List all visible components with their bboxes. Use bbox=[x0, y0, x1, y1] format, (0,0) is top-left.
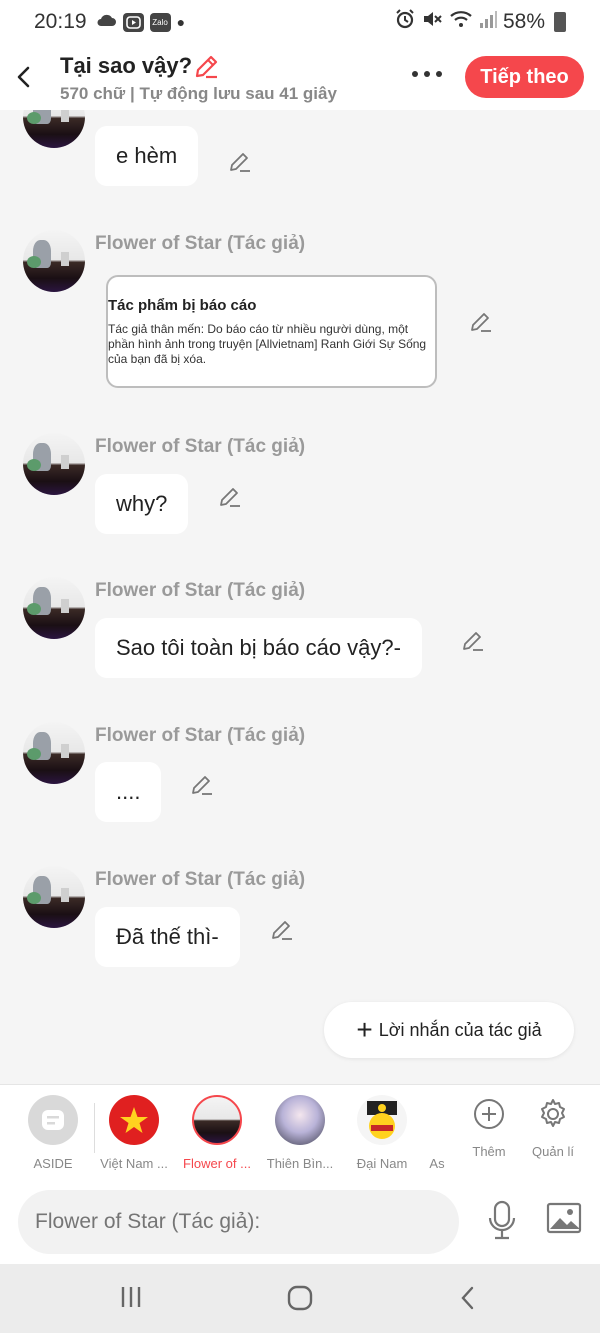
notification-dot-icon: ● bbox=[176, 14, 186, 30]
sender-name: Flower of Star (Tác giả) bbox=[95, 869, 306, 890]
sender-name: Flower of Star (Tác giả) bbox=[95, 436, 306, 457]
author-note-label: Lời nhắn của tác giả bbox=[378, 1019, 542, 1040]
avatar[interactable] bbox=[23, 577, 85, 639]
character-avatar bbox=[109, 1095, 159, 1145]
input-bar bbox=[0, 1180, 600, 1264]
recent-apps-button[interactable] bbox=[118, 1284, 144, 1315]
card-title: Tác phẩm bị báo cáo bbox=[108, 297, 257, 314]
image-button[interactable] bbox=[546, 1202, 582, 1239]
edit-message-icon[interactable] bbox=[218, 485, 242, 509]
pencil-icon bbox=[195, 55, 218, 79]
back-button[interactable] bbox=[12, 62, 36, 92]
character-aside[interactable]: ASIDE bbox=[14, 1095, 92, 1171]
status-bar: 20:19 Zalo ● 58% bbox=[0, 0, 600, 44]
alarm-icon bbox=[395, 9, 415, 35]
edit-message-icon[interactable] bbox=[190, 773, 214, 797]
mute-icon bbox=[421, 9, 443, 35]
edit-message-icon[interactable] bbox=[270, 918, 294, 942]
play-app-icon bbox=[122, 12, 144, 32]
message-bubble[interactable]: Đã thế thì- bbox=[95, 907, 240, 967]
cloud-icon bbox=[95, 10, 117, 34]
manage-button[interactable]: Quản lí bbox=[518, 1097, 588, 1159]
microphone-button[interactable] bbox=[487, 1200, 517, 1245]
home-button[interactable] bbox=[286, 1284, 314, 1317]
sender-name: Flower of Star (Tác giả) bbox=[95, 233, 306, 254]
message-bubble[interactable]: e hèm bbox=[95, 126, 199, 186]
aside-icon bbox=[28, 1095, 78, 1145]
avatar[interactable] bbox=[23, 433, 85, 495]
add-character-button[interactable]: Thêm bbox=[454, 1097, 524, 1159]
character-vietnam[interactable]: Việt Nam ... bbox=[95, 1095, 173, 1171]
avatar[interactable] bbox=[23, 230, 85, 292]
system-nav-bar bbox=[0, 1264, 600, 1333]
more-dots-icon bbox=[412, 71, 442, 77]
character-flower-of-star[interactable]: Flower of ... bbox=[178, 1095, 256, 1171]
signal-icon bbox=[479, 9, 497, 35]
character-label: ASIDE bbox=[33, 1156, 73, 1171]
next-button[interactable]: Tiếp theo bbox=[465, 56, 584, 98]
chevron-left-icon bbox=[17, 66, 30, 88]
add-circle-icon bbox=[474, 1099, 504, 1129]
edit-message-icon[interactable] bbox=[461, 629, 485, 653]
avatar[interactable] bbox=[23, 722, 85, 784]
gear-icon bbox=[541, 1099, 565, 1127]
microphone-icon bbox=[488, 1200, 516, 1240]
character-label: Flower of ... bbox=[183, 1156, 251, 1171]
recent-apps-icon bbox=[121, 1287, 141, 1307]
system-back-icon bbox=[461, 1286, 474, 1310]
edit-message-icon[interactable] bbox=[228, 150, 252, 174]
message-bubble[interactable]: why? bbox=[95, 474, 189, 534]
author-note-button[interactable]: + Lời nhắn của tác giả bbox=[324, 1002, 574, 1058]
character-bar: ASIDE Việt Nam ... Flower of ... Thiên B… bbox=[0, 1084, 600, 1180]
edit-title-button[interactable] bbox=[193, 54, 219, 85]
system-back-button[interactable] bbox=[456, 1284, 480, 1317]
character-thien-binh[interactable]: Thiên Bìn... bbox=[261, 1095, 339, 1171]
header: Tại sao vậy? 570 chữ | Tự động lưu sau 4… bbox=[0, 44, 600, 110]
avatar[interactable] bbox=[23, 866, 85, 928]
character-label: Việt Nam ... bbox=[100, 1156, 168, 1171]
page-title: Tại sao vậy? bbox=[60, 53, 193, 78]
report-card[interactable]: Tác phẩm bị báo cáo Tác giả thân mến: Do… bbox=[106, 275, 437, 388]
chat-area[interactable]: e hèm Flower of Star (Tác giả) Tác phẩm … bbox=[0, 110, 600, 1084]
character-label: Thiên Bìn... bbox=[266, 1156, 334, 1171]
wifi-icon bbox=[449, 9, 473, 35]
sender-name: Flower of Star (Tác giả) bbox=[95, 725, 306, 746]
character-avatar bbox=[192, 1095, 242, 1145]
image-icon bbox=[546, 1202, 582, 1234]
tool-label: Thêm bbox=[472, 1144, 506, 1159]
message-bubble[interactable]: Sao tôi toàn bị báo cáo vậy?- bbox=[95, 618, 422, 678]
plus-icon: + bbox=[356, 1014, 373, 1045]
avatar[interactable] bbox=[23, 110, 85, 148]
zalo-icon: Zalo bbox=[149, 12, 171, 32]
status-time: 20:19 bbox=[34, 10, 87, 33]
sender-name: Flower of Star (Tác giả) bbox=[95, 580, 306, 601]
character-avatar bbox=[275, 1095, 325, 1145]
word-count-autosave: 570 chữ | Tự động lưu sau 41 giây bbox=[60, 84, 337, 103]
character-avatar bbox=[357, 1095, 407, 1145]
battery-icon bbox=[554, 12, 566, 32]
battery-text: 58% bbox=[502, 10, 545, 33]
more-options-button[interactable] bbox=[410, 60, 444, 80]
card-body: Tác giả thân mến: Do báo cáo từ nhiều ng… bbox=[108, 322, 427, 366]
home-icon bbox=[287, 1285, 313, 1311]
edit-message-icon[interactable] bbox=[469, 310, 493, 334]
message-input[interactable] bbox=[18, 1190, 459, 1254]
message-bubble[interactable]: .... bbox=[95, 762, 162, 822]
tool-label: Quản lí bbox=[532, 1144, 574, 1159]
